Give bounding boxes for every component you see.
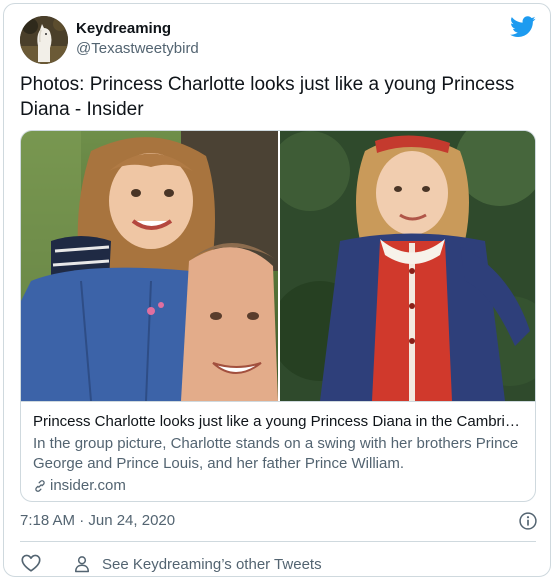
see-other-tweets-label[interactable]: See Keydreaming’s other Tweets — [102, 556, 322, 573]
white-horse-avatar-icon — [20, 16, 68, 64]
link-icon — [35, 480, 45, 492]
tweet-text: Photos: Princess Charlotte looks just li… — [20, 74, 515, 120]
tweet-embed: Keydreaming @Texastweetybird Photos: Pri… — [3, 3, 551, 577]
twitter-bird-icon[interactable] — [510, 16, 536, 38]
card-domain[interactable]: insider.com — [33, 476, 525, 496]
young-diana-photo — [280, 131, 535, 401]
card-image[interactable] — [21, 131, 535, 401]
like-heart-icon[interactable] — [20, 552, 42, 574]
info-icon[interactable] — [518, 511, 538, 531]
display-name[interactable]: Keydreaming — [76, 20, 171, 37]
card-domain-label[interactable]: insider.com — [50, 476, 126, 496]
divider — [20, 541, 536, 542]
charlotte-william-photo — [21, 131, 278, 401]
person-icon — [75, 556, 89, 573]
card-body[interactable]: Princess Charlotte looks just like a you… — [21, 401, 535, 501]
tweet-timestamp[interactable]: 7:18 AM · Jun 24, 2020 — [20, 512, 175, 529]
card-description: In the group picture, Charlotte stands o… — [33, 435, 519, 472]
user-handle[interactable]: @Texastweetybird — [76, 40, 199, 57]
card-title[interactable]: Princess Charlotte looks just like a you… — [33, 412, 525, 432]
link-card[interactable]: Princess Charlotte looks just like a you… — [20, 130, 536, 502]
avatar[interactable] — [20, 16, 68, 64]
see-other-tweets-link[interactable]: See Keydreaming’s other Tweets — [72, 554, 322, 574]
